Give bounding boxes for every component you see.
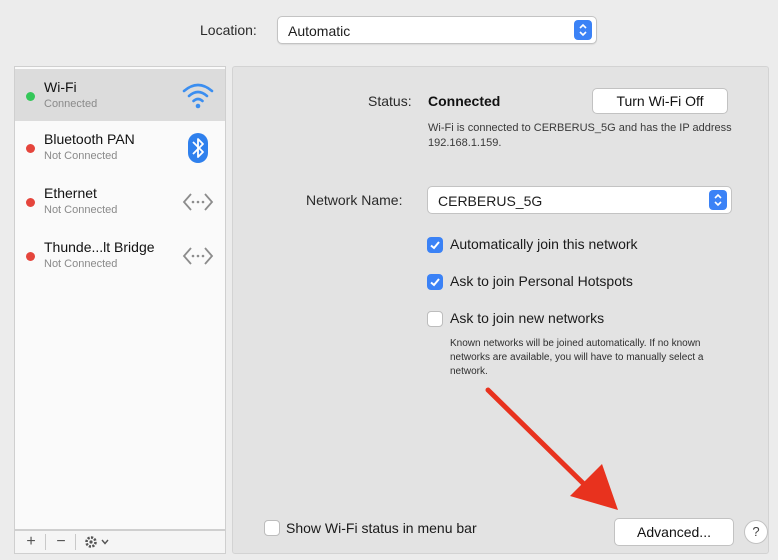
location-label: Location: xyxy=(200,22,257,38)
help-button[interactable]: ? xyxy=(744,520,768,544)
toolbar-divider xyxy=(45,534,46,550)
service-item-wifi[interactable]: Wi-Fi Connected xyxy=(15,69,225,121)
service-item-thunderbolt-bridge[interactable]: Thunde...lt Bridge Not Connected xyxy=(15,229,225,281)
add-service-button[interactable]: + xyxy=(21,531,41,553)
status-label: Status: xyxy=(368,93,412,109)
advanced-button[interactable]: Advanced... xyxy=(614,518,734,546)
service-status: Not Connected xyxy=(44,258,118,270)
new-networks-checkbox[interactable] xyxy=(427,311,443,327)
service-name: Bluetooth PAN xyxy=(44,131,135,147)
checkmark-icon xyxy=(430,241,440,250)
thunderbolt-bridge-icon xyxy=(181,239,215,273)
known-networks-note: Known networks will be joined automatica… xyxy=(450,338,704,377)
chevron-updown-icon xyxy=(574,20,592,40)
service-item-bluetooth-pan[interactable]: Bluetooth PAN Not Connected xyxy=(15,121,225,173)
network-name-label: Network Name: xyxy=(306,192,403,208)
status-dot xyxy=(26,198,35,207)
ethernet-icon xyxy=(181,185,215,219)
wifi-icon xyxy=(181,79,215,113)
service-name: Ethernet xyxy=(44,185,97,201)
new-networks-label[interactable]: Ask to join new networks xyxy=(450,310,604,326)
auto-join-checkbox[interactable] xyxy=(427,237,443,253)
service-status: Connected xyxy=(44,98,98,110)
turn-wifi-off-button[interactable]: Turn Wi-Fi Off xyxy=(592,88,728,114)
annotation-arrow-icon xyxy=(485,387,618,510)
service-name: Wi-Fi xyxy=(44,79,77,95)
network-name-value: CERBERUS_5G xyxy=(438,193,543,209)
status-dot xyxy=(26,92,35,101)
bluetooth-icon xyxy=(181,131,215,165)
service-status: Not Connected xyxy=(44,150,118,162)
status-dot xyxy=(26,252,35,261)
location-select[interactable]: Automatic xyxy=(277,16,597,44)
status-dot xyxy=(26,144,35,153)
service-name: Thunde...lt Bridge xyxy=(44,239,155,255)
toolbar-divider xyxy=(75,534,76,550)
service-list-toolbar: + − xyxy=(14,530,226,554)
personal-hotspots-label[interactable]: Ask to join Personal Hotspots xyxy=(450,273,633,289)
actions-menu-button[interactable] xyxy=(81,531,113,553)
location-value: Automatic xyxy=(288,23,351,39)
remove-service-button[interactable]: − xyxy=(51,531,71,553)
service-list: Wi-Fi Connected Bluetooth PAN Not Connec… xyxy=(14,66,226,530)
show-wifi-status-label[interactable]: Show Wi-Fi status in menu bar xyxy=(286,520,477,536)
status-value: Connected xyxy=(428,93,501,109)
checkmark-icon xyxy=(430,278,440,287)
gear-icon xyxy=(85,536,109,548)
service-status: Not Connected xyxy=(44,204,118,216)
network-name-select[interactable]: CERBERUS_5G xyxy=(427,186,732,214)
chevron-updown-icon xyxy=(709,190,727,210)
auto-join-label[interactable]: Automatically join this network xyxy=(450,236,638,252)
service-item-ethernet[interactable]: Ethernet Not Connected xyxy=(15,175,225,227)
show-wifi-status-checkbox[interactable] xyxy=(264,520,280,536)
personal-hotspots-checkbox[interactable] xyxy=(427,274,443,290)
status-description: Wi-Fi is connected to CERBERUS_5G and ha… xyxy=(428,122,732,149)
